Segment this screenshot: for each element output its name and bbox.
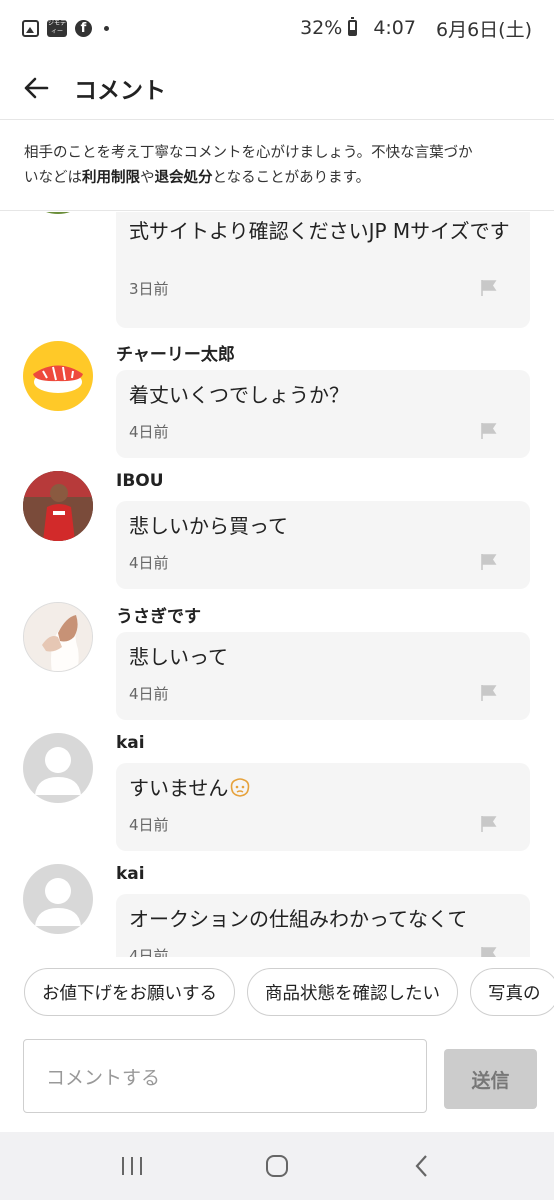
send-button[interactable]: 送信 (444, 1049, 537, 1109)
date: 6月6日(土) (435, 18, 532, 41)
comment-text: 悲しいから買って (129, 514, 288, 538)
battery-icon (348, 17, 358, 36)
avatar[interactable] (23, 864, 93, 934)
comment-guideline-notice: 相手のことを考え丁寧なコメントを心がけましょう。不快な言葉づか いなどは利用制限… (0, 121, 554, 211)
user-photo-icon (23, 471, 93, 541)
quick-reply-price-cut[interactable]: お値下げをお願いする (24, 968, 235, 1016)
avatar[interactable] (23, 602, 93, 672)
default-user-icon (35, 878, 81, 926)
default-user-icon (35, 747, 81, 795)
flag-icon[interactable] (480, 553, 498, 571)
flag-icon[interactable] (480, 422, 498, 440)
account-removal-text: 退会処分 (154, 170, 213, 186)
comment-bubble: 式サイトより確認くださいJP Mサイズです 3日前 (116, 212, 530, 328)
comment-bubble: すいません 4日前 (116, 763, 530, 851)
avatar[interactable] (23, 341, 93, 411)
battery-percent: 32% (300, 17, 343, 39)
avatar[interactable] (23, 212, 93, 214)
quick-reply-photo[interactable]: 写真の (470, 968, 554, 1016)
clock: 4:07 (373, 17, 416, 39)
flag-icon[interactable] (480, 946, 498, 957)
flag-icon[interactable] (480, 815, 498, 833)
comment-bubble: 悲しいって 4日前 (116, 632, 530, 720)
arrow-left-icon (24, 77, 49, 98)
notice-text: いなどは (24, 170, 82, 186)
comment-text: 悲しいって (129, 645, 228, 669)
flag-icon[interactable] (480, 684, 498, 702)
chevron-left-icon (415, 1155, 427, 1177)
recent-apps-icon (122, 1157, 143, 1175)
home-button[interactable] (257, 1146, 297, 1186)
comment-input[interactable]: コメントする (23, 1039, 427, 1113)
comment-time: 3日前 (129, 280, 169, 298)
app-header: コメント (0, 56, 554, 120)
notification-icons: ジモティー f (22, 19, 109, 37)
comment-time: 4日前 (129, 816, 169, 834)
usage-restriction-text: 利用制限 (82, 170, 140, 186)
notice-text: となることがあります。 (212, 170, 371, 186)
recent-apps-button[interactable] (112, 1146, 152, 1186)
quick-reply-condition[interactable]: 商品状態を確認したい (247, 968, 458, 1016)
status-bar: ジモティー f 32% 4:07 6月6日(土) (0, 0, 554, 56)
avatar[interactable] (23, 471, 93, 541)
notice-line-1: 相手のことを考え丁寧なコメントを心がけましょう。不快な言葉づか (24, 145, 473, 161)
comment-list[interactable]: 式サイトより確認くださいJP Mサイズです 3日前 チャーリー太郎 着丈いくつで… (0, 212, 554, 957)
flag-icon[interactable] (480, 279, 498, 297)
quick-reply-chips: お値下げをお願いする 商品状態を確認したい 写真の (24, 968, 554, 1016)
comment-text-body: すいません (129, 776, 229, 800)
pleading-face-emoji-icon (231, 778, 250, 797)
comment-bubble: 悲しいから買って 4日前 (116, 501, 530, 589)
facebook-icon: f (75, 19, 92, 37)
jmty-app-icon: ジモティー (47, 19, 67, 37)
more-notifications-dot (104, 25, 109, 31)
comment-text: 式サイトより確認くださいJP Mサイズです (129, 219, 510, 243)
comment-time: 4日前 (129, 947, 169, 957)
system-nav-bar (0, 1132, 554, 1200)
comment-bubble: オークションの仕組みわかってなくて 4日前 (116, 894, 530, 957)
comment-bubble: 着丈いくつでしょうか？ 4日前 (116, 370, 530, 458)
back-button[interactable] (16, 68, 56, 108)
avatar[interactable] (23, 733, 93, 803)
notice-text: や (140, 170, 155, 186)
back-nav-button[interactable] (402, 1146, 442, 1186)
comment-username[interactable]: うさぎです (116, 602, 201, 627)
comment-username[interactable]: IBOU (116, 471, 164, 491)
comment-text: すいません (129, 763, 517, 805)
comment-time: 4日前 (129, 685, 169, 703)
comment-username[interactable]: チャーリー太郎 (116, 340, 235, 365)
comment-username[interactable]: kai (116, 733, 145, 753)
home-icon (265, 1155, 288, 1177)
notice-line-2: いなどは利用制限や退会処分となることがあります。 (24, 166, 530, 191)
gallery-icon (22, 19, 39, 37)
comment-time: 4日前 (129, 554, 169, 572)
comment-text: 着丈いくつでしょうか？ (129, 383, 349, 407)
comment-username[interactable]: kai (116, 864, 145, 884)
comment-text: オークションの仕組みわかってなくて (129, 907, 468, 931)
rabbit-photo-icon (24, 603, 92, 671)
page-title: コメント (74, 77, 166, 104)
comment-time: 4日前 (129, 423, 169, 441)
sushi-icon (33, 365, 83, 393)
